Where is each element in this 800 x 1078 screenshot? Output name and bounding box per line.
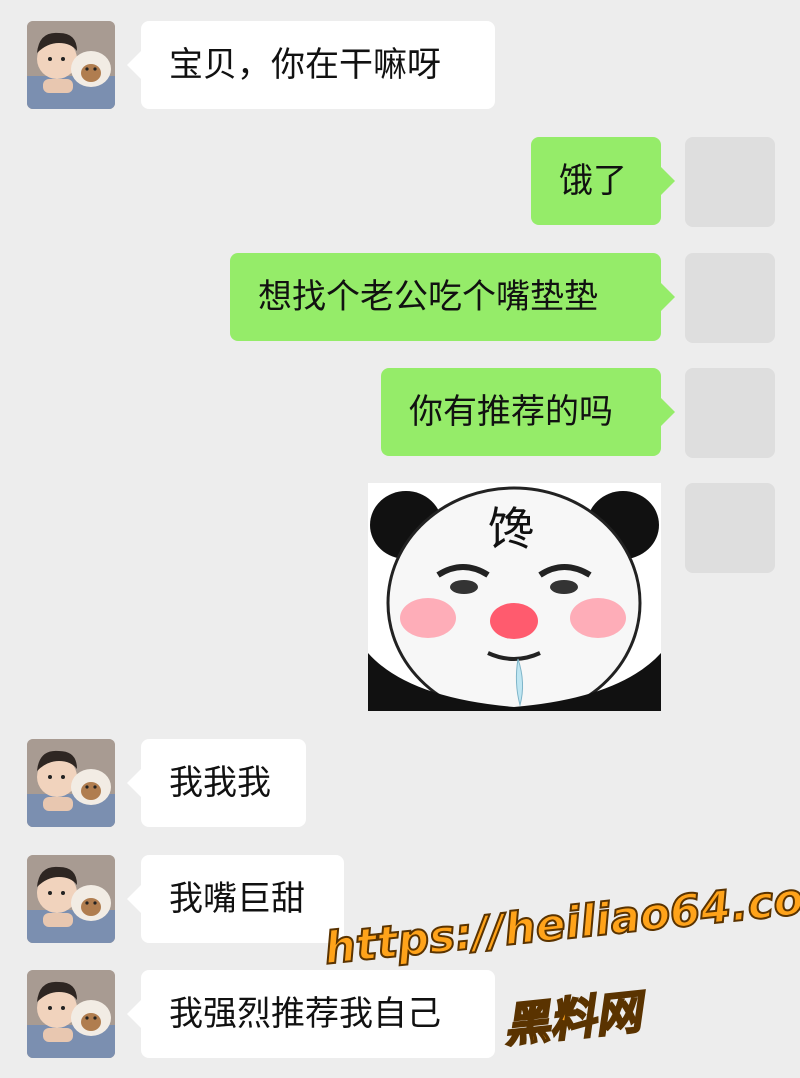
message-bubble-incoming[interactable]: 宝贝，你在干嘛呀 <box>127 21 495 109</box>
message-bubble-outgoing[interactable]: 你有推荐的吗 <box>381 368 675 456</box>
self-avatar[interactable] <box>685 368 775 458</box>
contact-avatar[interactable] <box>27 739 115 827</box>
self-avatar[interactable] <box>685 483 775 573</box>
message-bubble-incoming[interactable]: 我我我 <box>127 739 306 827</box>
message-bubble-outgoing[interactable]: 饿了 <box>531 137 675 225</box>
contact-avatar[interactable] <box>27 970 115 1058</box>
panda-meme-icon: 馋 <box>368 483 661 711</box>
sticker-text: 馋 <box>488 502 534 556</box>
self-avatar[interactable] <box>685 253 775 343</box>
avatar-image <box>27 970 115 1058</box>
message-bubble-incoming[interactable]: 我强烈推荐我自己 <box>127 970 495 1058</box>
self-avatar[interactable] <box>685 137 775 227</box>
contact-avatar[interactable] <box>27 855 115 943</box>
message-bubble-incoming[interactable]: 我嘴巨甜 <box>127 855 344 943</box>
watermark-url: https://heiliao64.com <box>321 868 800 976</box>
contact-avatar[interactable] <box>27 21 115 109</box>
avatar-image <box>27 21 115 109</box>
watermark-name: 黑料网 <box>500 984 645 1054</box>
panda-meme-sticker[interactable]: 馋 <box>368 483 661 711</box>
message-bubble-outgoing[interactable]: 想找个老公吃个嘴垫垫 <box>230 253 675 341</box>
avatar-image <box>27 855 115 943</box>
avatar-image <box>27 739 115 827</box>
